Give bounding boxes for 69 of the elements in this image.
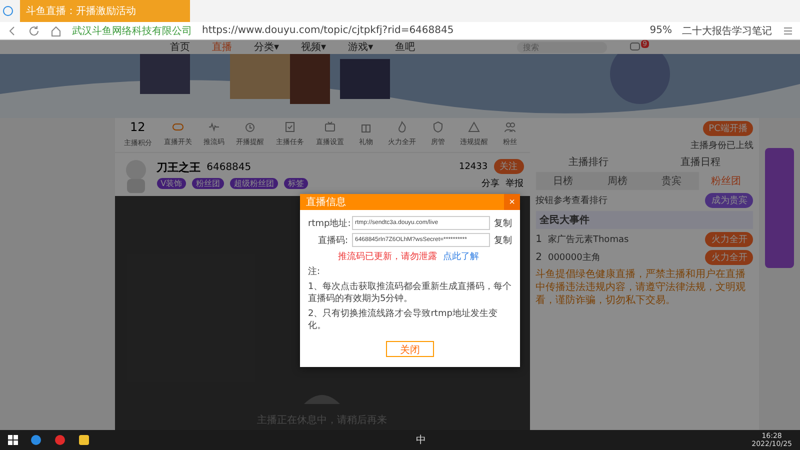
event-title[interactable]: 全民大事件: [540, 213, 590, 227]
alarm-clock-icon[interactable]: [244, 121, 256, 133]
zoom-level[interactable]: 95%: [650, 25, 672, 36]
field-label: rtmp地址:: [308, 218, 348, 230]
start-icon[interactable]: [8, 435, 18, 445]
waveform-icon[interactable]: [208, 121, 220, 133]
points-count: 12: [130, 120, 146, 134]
warning-icon[interactable]: [468, 121, 480, 133]
rank-tab[interactable]: 粉丝团: [698, 172, 754, 190]
room-tag[interactable]: 标签: [284, 178, 308, 189]
ime-indicator[interactable]: 中: [416, 433, 426, 447]
side-ad-panel[interactable]: [765, 148, 794, 268]
browser-tab[interactable]: 斗鱼直播：开播激励活动: [20, 0, 190, 22]
toggle-icon[interactable]: [172, 121, 184, 133]
nav-link[interactable]: 鱼吧: [395, 40, 416, 54]
checklist-icon[interactable]: [284, 121, 296, 133]
rank-title: 按钮参考查看排行: [536, 194, 608, 207]
news-link[interactable]: 二十大报告学习笔记: [682, 24, 772, 38]
rank-number: 1: [536, 234, 542, 245]
browser-icon[interactable]: [30, 434, 42, 446]
url-text[interactable]: https://www.douyu.com/topic/cjtpkfj?rid=6468845: [202, 25, 454, 36]
copy-button[interactable]: 复制: [494, 234, 512, 246]
side-link[interactable]: 主播排行: [568, 155, 609, 169]
notice-text: 斗鱼提倡绿色健康直播，严禁主播和用户在直播中传播违法违规内容，请遵守法律法规，文明观看，谨防诈骗，切勿私下交易。: [536, 268, 747, 307]
rank-badge[interactable]: 火力全开: [705, 250, 754, 265]
chat-icon[interactable]: [629, 41, 642, 53]
nav-link[interactable]: 分类▾: [254, 40, 280, 54]
report-link[interactable]: 举报: [506, 177, 524, 190]
menu-icon[interactable]: [782, 24, 794, 36]
copy-button[interactable]: 复制: [494, 216, 512, 230]
rank-name: 家广告元素Thomas: [548, 234, 630, 246]
shield-icon[interactable]: [432, 121, 444, 133]
users-icon[interactable]: [504, 121, 516, 133]
note-text: 注:: [308, 266, 322, 278]
room-tag[interactable]: V装饰: [156, 178, 186, 189]
flame-icon[interactable]: [396, 121, 408, 133]
room-tag[interactable]: 超级粉丝团: [230, 178, 278, 189]
note-text: 2、只有切换推流线路才会导致rtmp地址发生变化。: [308, 308, 498, 332]
nav-link[interactable]: 游戏▾: [348, 40, 374, 54]
room-tag[interactable]: 粉丝团: [192, 178, 224, 189]
close-button[interactable]: ×: [504, 194, 520, 210]
room-number: 6468845: [206, 162, 252, 173]
follow-button[interactable]: 关注: [494, 159, 524, 174]
rank-number: 2: [536, 252, 542, 263]
rank-name: 000000主角: [548, 252, 602, 264]
nav-link[interactable]: 首页: [170, 40, 190, 54]
vip-button[interactable]: 成为贵宾: [705, 193, 754, 208]
dialog-title: 直播信息: [306, 196, 346, 209]
side-link[interactable]: 直播日程: [680, 155, 720, 169]
app-icon[interactable]: [78, 434, 90, 446]
pc-stream-button[interactable]: PC端开播: [702, 121, 754, 136]
warning-text: 推流码已更新，请勿泄露: [338, 250, 437, 263]
rank-badge[interactable]: 火力全开: [705, 232, 754, 247]
music-app-icon[interactable]: [54, 434, 66, 446]
browser-logo-icon[interactable]: [2, 5, 14, 17]
streamer-name: 刀王之王: [156, 160, 201, 175]
note-text: 1、每次点击获取推流码都会重新生成直播码，每个直播码的有效期为5分钟。: [308, 281, 512, 305]
pc-status: 主播身份已上线: [690, 140, 754, 152]
site-owner: 武汉斗鱼网络科技有限公司: [72, 24, 192, 38]
field-label: 直播码:: [316, 234, 348, 246]
close-dialog-button[interactable]: 关闭: [386, 341, 434, 357]
tv-icon[interactable]: [324, 121, 336, 133]
nav-link[interactable]: 直播: [212, 40, 232, 54]
reload-icon[interactable]: [28, 24, 40, 36]
home-icon[interactable]: [50, 24, 62, 36]
share-link[interactable]: 分享: [482, 177, 500, 190]
nav-link[interactable]: 视频▾: [301, 40, 326, 54]
learn-more-link[interactable]: 点此了解: [443, 250, 479, 263]
follower-count: 12433: [458, 162, 488, 172]
